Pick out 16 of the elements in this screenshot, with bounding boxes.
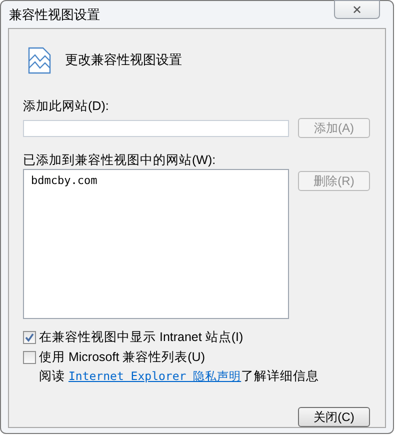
privacy-notice: 阅读 Internet Explorer 隐私声明 了解详细信息 xyxy=(39,368,320,385)
close-dialog-button[interactable]: 关闭(C) xyxy=(298,407,370,427)
close-button[interactable]: ✕ xyxy=(334,0,380,19)
privacy-link[interactable]: Internet Explorer 隐私声明 xyxy=(68,369,242,383)
checkmark-icon xyxy=(25,332,34,342)
website-list-item[interactable]: bdmcby.com xyxy=(30,173,98,190)
website-input-field[interactable] xyxy=(23,120,289,136)
document-icon xyxy=(28,47,51,74)
checkbox-label: 在兼容性视图中显示 Intranet 站点(I) xyxy=(39,328,244,346)
checkbox[interactable] xyxy=(23,330,36,344)
field-label: 添加此网站(D): xyxy=(23,99,110,114)
dialog-heading: 更改兼容性视图设置 xyxy=(65,51,182,69)
checkbox-label: 使用 Microsoft 兼容性列表(U) xyxy=(39,348,205,366)
checkbox[interactable] xyxy=(23,350,36,364)
list-label: 已添加到兼容性视图中的网站(W): xyxy=(23,153,217,168)
window-title: 兼容性视图设置 xyxy=(9,6,100,24)
